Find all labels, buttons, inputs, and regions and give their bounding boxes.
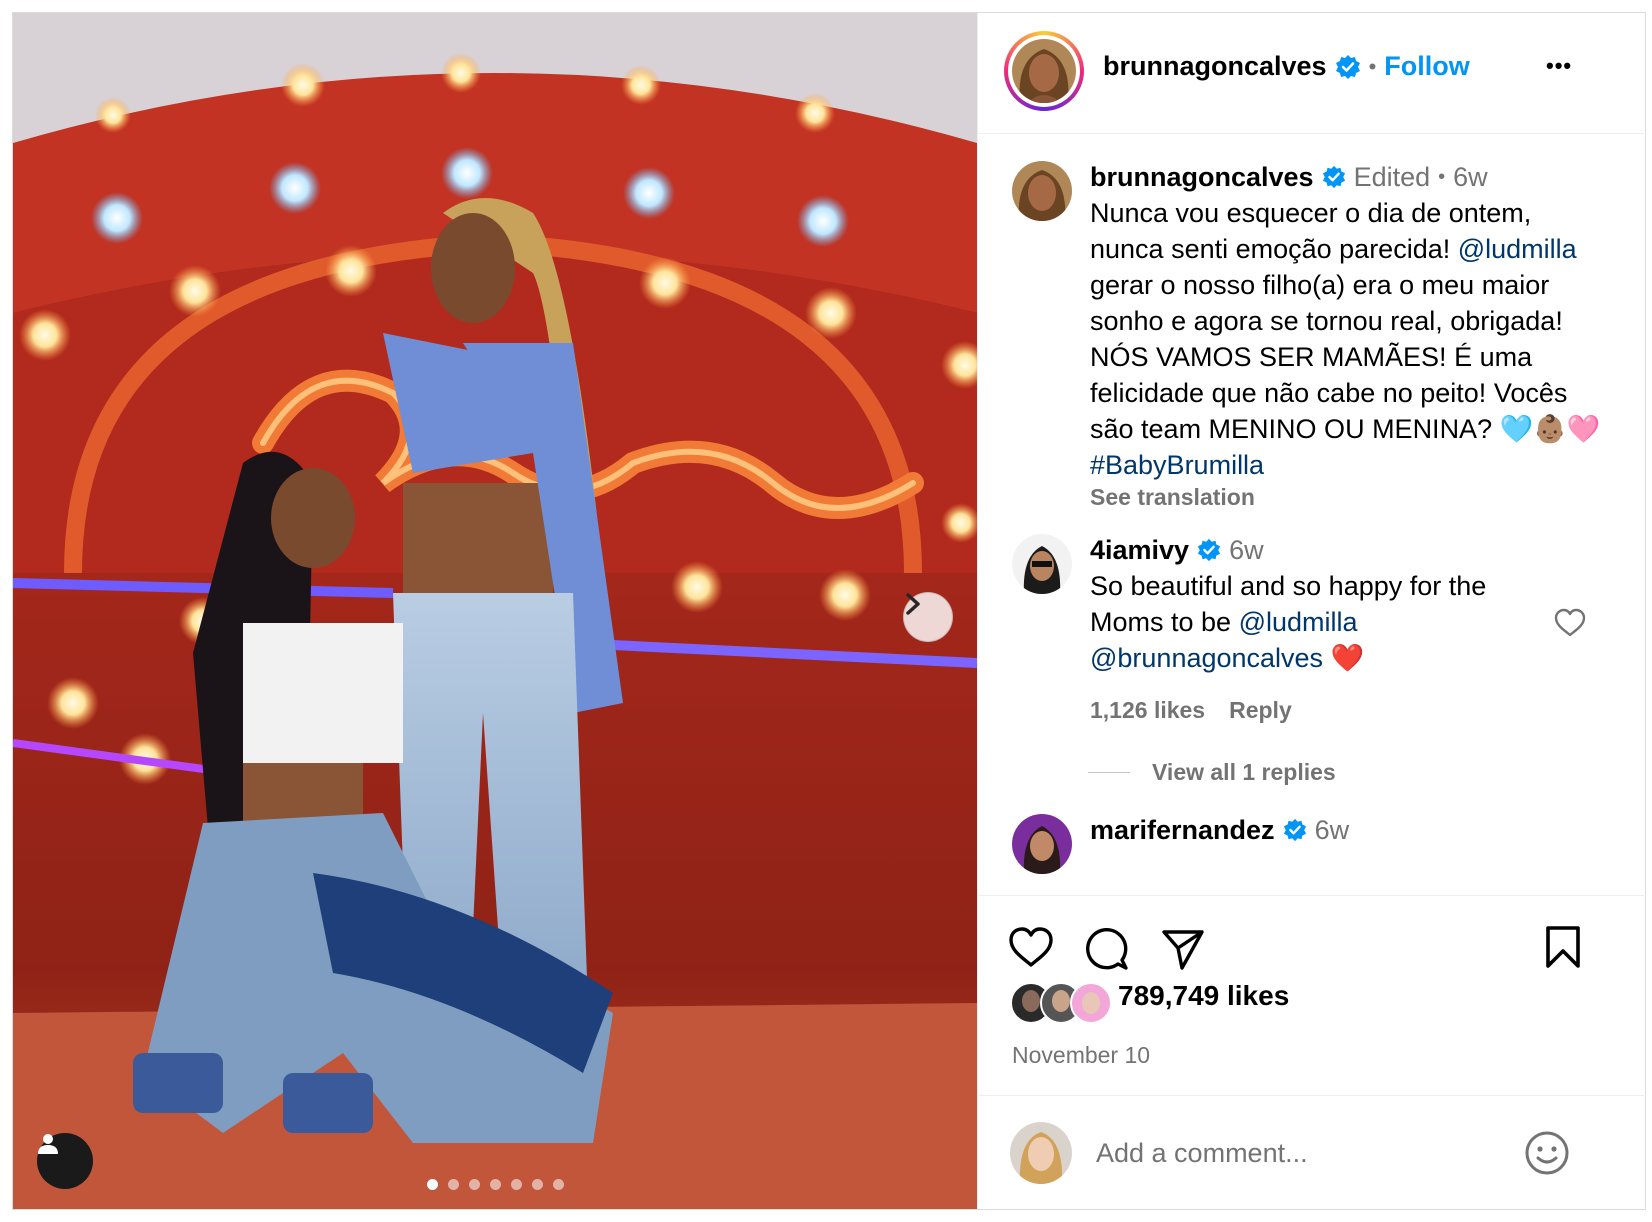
- verified-badge-icon: [1335, 54, 1360, 79]
- comment-time[interactable]: 6w: [1229, 532, 1264, 568]
- caption-line: NÓS VAMOS SER MAMÃES! É uma: [1090, 342, 1533, 372]
- follow-button[interactable]: Follow: [1384, 51, 1469, 82]
- heart-emoji: ❤️: [1330, 643, 1365, 673]
- avatar[interactable]: [1012, 534, 1072, 594]
- stage-light: [95, 97, 131, 133]
- mention-link[interactable]: @ludmilla: [1458, 234, 1577, 264]
- verified-badge-icon: [1322, 165, 1345, 189]
- post-actions: 789,749 likes November 10: [978, 895, 1646, 1096]
- verified-badge-icon: [1283, 818, 1306, 842]
- carousel-dot: [448, 1179, 459, 1190]
- comment-line: So beautiful and so happy for the: [1090, 571, 1487, 601]
- instagram-post: brunnagoncalves • Follow ••• brunnagonca…: [12, 12, 1646, 1210]
- post-date[interactable]: November 10: [1012, 1042, 1150, 1069]
- caption-line: gerar o nosso filho(a) era o meu maior: [1090, 270, 1550, 300]
- emoji-icon[interactable]: [1524, 1130, 1570, 1176]
- add-comment-bar: [978, 1095, 1646, 1210]
- story-ring[interactable]: [1004, 31, 1084, 111]
- hashtag-link[interactable]: #BabyBrumilla: [1090, 447, 1630, 483]
- post-photo: [13, 13, 977, 1209]
- caption-line: sonho e agora se tornou real, obrigada!: [1090, 306, 1563, 336]
- more-options-button[interactable]: •••: [1546, 53, 1572, 79]
- carousel-dot: [532, 1179, 543, 1190]
- header-username[interactable]: brunnagoncalves: [1103, 51, 1327, 82]
- caption-text: nunca senti emoção parecida!: [1090, 234, 1458, 264]
- mention-link[interactable]: @brunnagoncalves: [1090, 643, 1323, 673]
- avatar[interactable]: [1012, 814, 1072, 874]
- caption-time[interactable]: 6w: [1453, 159, 1488, 195]
- comment-line: Moms to be @ludmilla: [1090, 604, 1590, 640]
- comment-likes[interactable]: 1,126 likes: [1090, 696, 1205, 724]
- user-icon: [38, 1134, 58, 1154]
- comment-item: marifernandez 6w: [1012, 810, 1622, 894]
- edited-label: Edited: [1353, 162, 1431, 192]
- like-icon[interactable]: [1008, 926, 1054, 968]
- comments-section[interactable]: brunnagoncalves Edited • 6w Nunca vou es…: [978, 134, 1646, 894]
- caption: brunnagoncalves Edited • 6w Nunca vou es…: [1012, 157, 1622, 510]
- caption-separator: •: [1438, 166, 1446, 188]
- header-separator: •: [1368, 53, 1377, 79]
- comment-item: 4iamivy 6w So beautiful and so happy for…: [1012, 530, 1622, 790]
- comment-icon[interactable]: [1084, 926, 1130, 972]
- liked-by-avatars[interactable]: [1010, 982, 1112, 1024]
- comment-input[interactable]: [1094, 1134, 1518, 1172]
- carousel-dot: [427, 1179, 438, 1190]
- carousel-dot: [490, 1179, 501, 1190]
- comment-like-icon[interactable]: [1554, 608, 1586, 638]
- bookmark-icon[interactable]: [1544, 924, 1582, 970]
- next-slide-button[interactable]: [903, 592, 953, 642]
- reply-button[interactable]: Reply: [1229, 696, 1292, 724]
- likes-count[interactable]: 789,749 likes: [1118, 980, 1289, 1012]
- avatar[interactable]: [1012, 39, 1076, 103]
- caption-line: nunca senti emoção parecida! @ludmilla: [1090, 231, 1630, 267]
- caption-line: Nunca vou esquecer o dia de ontem,: [1090, 198, 1532, 228]
- carousel-dot: [469, 1179, 480, 1190]
- see-translation-button[interactable]: See translation: [1090, 483, 1630, 511]
- comment-username[interactable]: marifernandez: [1090, 812, 1275, 848]
- avatar: [1070, 982, 1112, 1024]
- mention-link[interactable]: @ludmilla: [1239, 607, 1358, 637]
- caption-line: felicidade que não cabe no peito! Vocês: [1090, 378, 1568, 408]
- carousel-dot: [511, 1179, 522, 1190]
- post-header: brunnagoncalves • Follow •••: [978, 13, 1646, 134]
- avatar[interactable]: [1012, 161, 1072, 221]
- comment-text: Moms to be: [1090, 607, 1239, 637]
- comment-line: @brunnagoncalves ❤️: [1090, 640, 1590, 676]
- comment-time[interactable]: 6w: [1315, 812, 1350, 848]
- replies-line: [1088, 771, 1130, 773]
- avatar: [1010, 1122, 1072, 1184]
- caption-username[interactable]: brunnagoncalves: [1090, 159, 1314, 195]
- carousel-indicator: [427, 1179, 564, 1190]
- share-icon[interactable]: [1160, 926, 1206, 972]
- caption-line: são team MENINO OU MENINA? 🩵👶🏽🩷: [1090, 414, 1601, 444]
- post-media[interactable]: [13, 13, 977, 1209]
- comment-username[interactable]: 4iamivy: [1090, 532, 1189, 568]
- view-replies-button[interactable]: View all 1 replies: [1152, 758, 1336, 786]
- post-side-panel: brunnagoncalves • Follow ••• brunnagonca…: [977, 13, 1646, 1209]
- chevron-right-icon: [906, 593, 920, 615]
- tagged-users-button[interactable]: [37, 1133, 93, 1189]
- verified-badge-icon: [1198, 538, 1221, 562]
- carousel-dot: [553, 1179, 564, 1190]
